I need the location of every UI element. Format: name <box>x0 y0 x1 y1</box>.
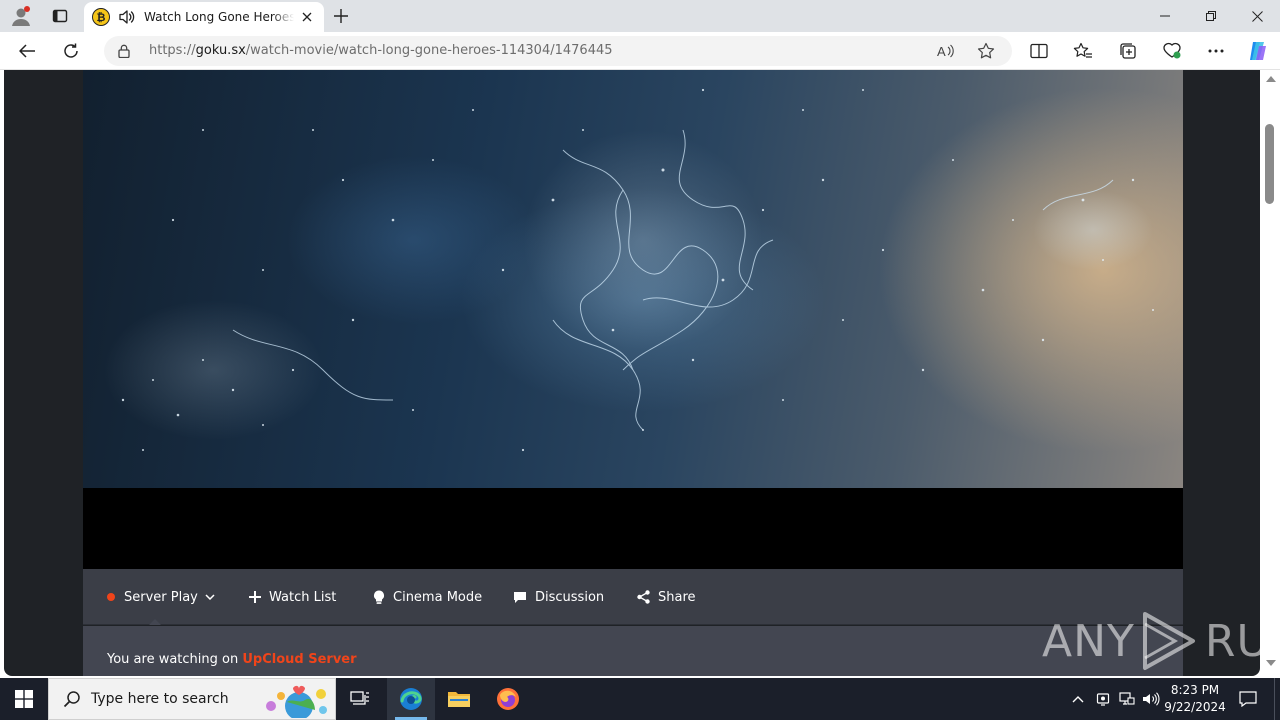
show-desktop-button[interactable] <box>1274 678 1280 720</box>
discussion-button[interactable]: Discussion <box>513 569 604 625</box>
lock-icon[interactable] <box>116 43 132 59</box>
video-player[interactable] <box>83 70 1183 488</box>
plus-icon <box>249 591 261 603</box>
defender-tray-icon[interactable] <box>1093 678 1113 720</box>
split-screen-icon[interactable] <box>1024 37 1054 65</box>
profile-icon[interactable] <box>8 4 34 28</box>
share-label: Share <box>658 589 696 605</box>
browser-tab[interactable]: ₿ Watch Long Gone Heroes Online <box>84 2 324 32</box>
taskbar-search-box[interactable]: Type here to search <box>48 678 336 720</box>
chevron-down-icon <box>205 594 215 600</box>
audio-playing-icon[interactable] <box>118 9 136 25</box>
url-text[interactable]: https://goku.sx/watch-movie/watch-long-g… <box>149 43 613 58</box>
discussion-label: Discussion <box>535 589 605 605</box>
play-logo-icon <box>1141 610 1199 672</box>
svg-text:A: A <box>937 44 946 59</box>
share-icon <box>637 590 650 604</box>
cinema-mode-button[interactable]: Cinema Mode <box>373 569 482 625</box>
site-favicon-icon: ₿ <box>92 8 110 26</box>
dropdown-pointer <box>149 619 161 625</box>
cinema-mode-label: Cinema Mode <box>393 589 483 605</box>
watching-on-text: You are watching on UpCloud Server <box>107 652 357 667</box>
minimize-icon[interactable] <box>1142 0 1188 32</box>
scroll-down-icon[interactable] <box>1266 660 1276 666</box>
lightbulb-icon <box>373 590 385 605</box>
clock-date: 9/22/2024 <box>1164 700 1226 714</box>
url-prefix: https:// <box>149 43 196 58</box>
more-options-icon[interactable] <box>1201 37 1231 65</box>
scroll-up-icon[interactable] <box>1266 76 1276 82</box>
read-aloud-icon[interactable]: A <box>934 39 958 63</box>
watermark-left-text: ANY <box>1042 615 1135 667</box>
url-host: goku.sx <box>195 43 246 58</box>
share-button[interactable]: Share <box>637 569 696 625</box>
server-status-dot <box>107 593 115 601</box>
show-hidden-icons[interactable] <box>1068 678 1088 720</box>
video-letterbox[interactable] <box>83 488 1183 569</box>
add-favorite-icon[interactable] <box>974 39 998 63</box>
server-play-label: Server Play <box>124 589 198 605</box>
watch-list-label: Watch List <box>269 589 337 605</box>
file-explorer-icon[interactable] <box>435 678 483 720</box>
url-path: /watch-movie/watch-long-gone-heroes-1143… <box>245 43 613 58</box>
anyrun-watermark: ANY RUN <box>1042 610 1260 672</box>
windows-taskbar: Type here to search 8:23 PM 9/22/2024 <box>0 678 1280 720</box>
page-scrollbar[interactable] <box>1262 70 1280 676</box>
comment-icon <box>513 591 527 604</box>
favorites-icon[interactable] <box>1068 37 1098 65</box>
refresh-icon[interactable] <box>56 37 86 65</box>
restore-icon[interactable] <box>1188 0 1234 32</box>
taskbar-clock[interactable]: 8:23 PM 9/22/2024 <box>1160 682 1230 716</box>
copilot-icon[interactable] <box>1243 37 1273 65</box>
video-frame-image <box>103 88 1154 452</box>
player-controls-bar: Server Play Watch List Cinema Mode Discu… <box>83 569 1183 625</box>
tab-close-icon[interactable] <box>298 8 316 26</box>
browser-tab-strip: ₿ Watch Long Gone Heroes Online <box>0 0 1280 32</box>
notifications-icon[interactable] <box>1236 678 1260 720</box>
search-placeholder: Type here to search <box>91 691 229 707</box>
browser-toolbar: https://goku.sx/watch-movie/watch-long-g… <box>0 32 1280 70</box>
task-view-icon[interactable] <box>336 678 384 720</box>
back-icon[interactable] <box>12 37 42 65</box>
windows-start-icon[interactable] <box>0 678 48 720</box>
address-bar[interactable]: https://goku.sx/watch-movie/watch-long-g… <box>104 36 1012 66</box>
edge-taskbar-icon[interactable] <box>387 678 435 720</box>
search-icon <box>63 690 81 708</box>
new-tab-icon[interactable] <box>328 4 354 28</box>
server-play-dropdown[interactable]: Server Play <box>107 569 215 625</box>
collections-icon[interactable] <box>1113 37 1143 65</box>
tab-title: Watch Long Gone Heroes Online <box>144 10 294 24</box>
watch-list-button[interactable]: Watch List <box>249 569 336 625</box>
current-server-name[interactable]: UpCloud Server <box>242 652 356 667</box>
network-icon[interactable] <box>1117 678 1137 720</box>
scrollbar-thumb[interactable] <box>1265 124 1274 204</box>
search-highlight-icon <box>266 685 327 718</box>
browser-essentials-icon[interactable] <box>1157 37 1187 65</box>
firefox-icon[interactable] <box>484 678 532 720</box>
page-background: Server Play Watch List Cinema Mode Discu… <box>4 70 1260 676</box>
tab-actions-icon[interactable] <box>46 4 74 28</box>
watermark-right-text: RUN <box>1204 615 1260 667</box>
server-info-panel: You are watching on UpCloud Server <box>83 626 1183 676</box>
clock-time: 8:23 PM <box>1170 683 1220 697</box>
page-viewport: Server Play Watch List Cinema Mode Discu… <box>0 70 1280 678</box>
volume-icon[interactable] <box>1141 678 1161 720</box>
close-window-icon[interactable] <box>1234 0 1280 32</box>
watching-on-prefix: You are watching on <box>107 652 239 667</box>
